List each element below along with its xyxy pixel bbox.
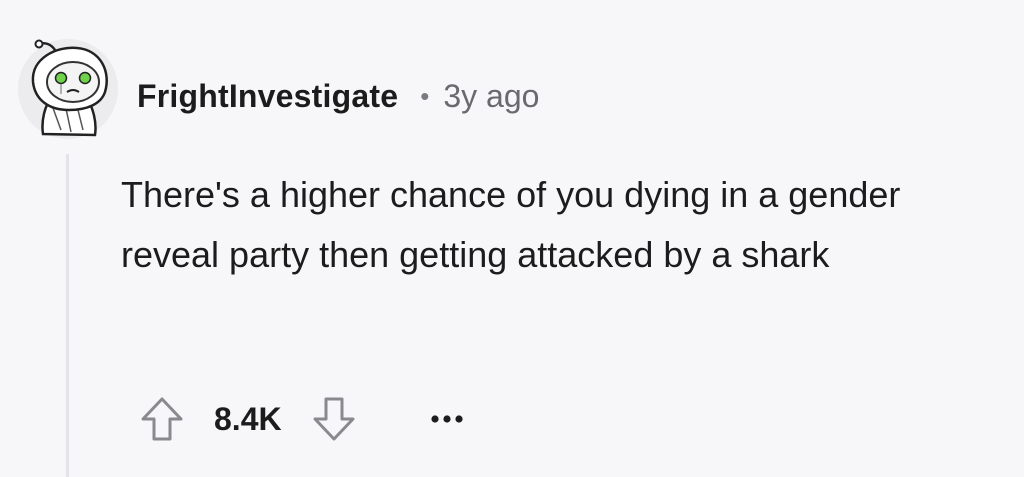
user-avatar[interactable] — [17, 38, 119, 140]
comment-actions: 8.4K — [136, 393, 472, 445]
more-options-button[interactable] — [422, 399, 472, 439]
vote-score: 8.4K — [214, 400, 282, 437]
more-options-icon — [430, 415, 463, 423]
comment: FrightInvestigate • 3y ago There's a hig… — [0, 0, 1024, 477]
thread-line[interactable] — [66, 154, 69, 477]
ghost-avatar-icon — [18, 39, 118, 139]
downvote-arrow-icon — [313, 397, 355, 441]
comment-age: 3y ago — [443, 77, 540, 114]
comment-header: FrightInvestigate • 3y ago — [137, 76, 539, 116]
upvote-button[interactable] — [136, 393, 188, 445]
downvote-button[interactable] — [308, 393, 360, 445]
meta-separator: • — [420, 80, 430, 111]
upvote-arrow-icon — [141, 397, 183, 441]
username[interactable]: FrightInvestigate — [137, 78, 398, 115]
comment-body: There's a higher chance of you dying in … — [121, 174, 901, 275]
